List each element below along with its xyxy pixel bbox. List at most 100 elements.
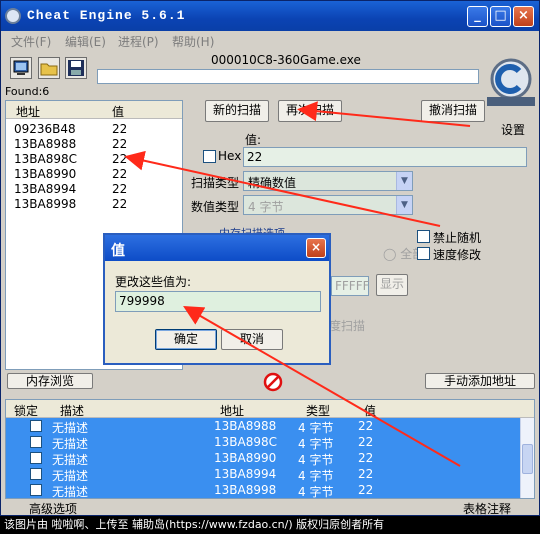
image-caption: 该图片由 啦啦啊、上传至 辅助岛(https://www.fzdao.cn/) … — [0, 516, 540, 534]
table-row[interactable]: 无描述 13BA898C 4 字节 22 — [6, 434, 520, 451]
window-title: Cheat Engine 5.6.1 — [27, 8, 186, 23]
change-value-dialog: 值 × 更改这些值为: 799998 确定 取消 — [103, 233, 331, 365]
scan-type-label: 扫描类型 — [191, 176, 240, 190]
range-end-field[interactable]: FFFFF — [331, 276, 370, 296]
row-value: 22 — [112, 122, 128, 136]
menu-edit[interactable]: 编辑(E) — [65, 33, 106, 50]
row-type: 4 字节 — [298, 485, 334, 499]
chevron-down-icon: ▼ — [396, 196, 412, 214]
hex-checkbox[interactable] — [203, 150, 216, 163]
list-item[interactable]: 13BA8990 22 — [6, 167, 182, 182]
scroll-thumb[interactable] — [522, 444, 533, 474]
disable-random-label: 禁止随机 — [433, 231, 482, 245]
clear-list-icon[interactable] — [263, 372, 283, 392]
open-folder-icon[interactable] — [38, 57, 60, 79]
table-notes[interactable]: 表格注释 — [463, 500, 511, 517]
row-value: 22 — [112, 167, 128, 181]
lock-checkbox[interactable] — [30, 484, 42, 496]
process-name: 000010C8-360Game.exe — [211, 53, 361, 67]
menu-help[interactable]: 帮助(H) — [172, 33, 214, 50]
dialog-close-button[interactable]: × — [306, 238, 326, 258]
header-address[interactable]: 地址 — [16, 103, 40, 120]
cheat-table: 锁定 描述 地址 类型 值 无描述 13BA8988 4 字节 22 无描述 13BA8… — [5, 399, 535, 499]
header-lock[interactable]: 锁定 — [14, 402, 38, 419]
dialog-title-bar: 值 × — [105, 235, 329, 261]
memory-view-button[interactable]: 内存浏览 — [7, 373, 93, 389]
header-description[interactable]: 描述 — [60, 402, 84, 419]
value-type-value: 4 字节 — [248, 200, 284, 214]
header-value[interactable]: 值 — [112, 103, 124, 120]
minimize-button[interactable]: _ — [467, 6, 488, 27]
row-description: 无描述 — [52, 485, 89, 499]
logo-icon — [487, 58, 535, 106]
settings-label[interactable]: 设置 — [501, 121, 525, 138]
list-item[interactable]: 13BA8988 22 — [6, 137, 182, 152]
cheat-table-header: 锁定 描述 地址 类型 值 — [6, 400, 534, 418]
hex-label: Hex — [218, 149, 242, 163]
value-label: 值: — [245, 133, 262, 147]
table-row[interactable]: 无描述 13BA8998 4 字节 22 — [6, 482, 520, 499]
row-value: 22 — [358, 483, 374, 497]
ok-button[interactable]: 确定 — [155, 329, 217, 350]
scan-progress-bar — [97, 69, 479, 84]
menu-file[interactable]: 文件(F) — [11, 33, 51, 50]
table-row[interactable]: 无描述 13BA8988 4 字节 22 — [6, 418, 520, 435]
row-address: 09236B48 — [14, 122, 76, 136]
menu-process[interactable]: 进程(P) — [118, 33, 159, 50]
scan-value-input[interactable]: 22 — [243, 147, 527, 167]
row-address: 13BA8990 — [14, 167, 77, 181]
row-value: 22 — [112, 152, 128, 166]
next-scan-button[interactable]: 再次扫描 — [278, 100, 342, 122]
row-value: 22 — [358, 435, 374, 449]
row-value: 22 — [112, 137, 128, 151]
disable-random-checkbox[interactable] — [417, 230, 430, 243]
row-value: 22 — [112, 197, 128, 211]
table-row[interactable]: 无描述 13BA8994 4 字节 22 — [6, 466, 520, 483]
row-address: 13BA8988 — [214, 419, 277, 433]
dialog-prompt: 更改这些值为: — [115, 275, 192, 289]
lock-checkbox[interactable] — [30, 420, 42, 432]
address-list-header: 地址 值 — [6, 101, 182, 119]
row-address: 13BA8994 — [214, 467, 277, 481]
new-scan-button[interactable]: 新的扫描 — [205, 100, 269, 122]
row-address: 13BA898C — [214, 435, 277, 449]
scan-type-select[interactable]: 精确数值 ▼ — [243, 171, 413, 191]
speed-modify-checkbox[interactable] — [417, 247, 430, 260]
close-button[interactable]: × — [513, 6, 534, 27]
status-bar: 高级选项 表格注释 — [1, 499, 539, 517]
header-address[interactable]: 地址 — [220, 402, 244, 419]
row-address: 13BA8998 — [14, 197, 77, 211]
row-value: 22 — [358, 419, 374, 433]
header-value[interactable]: 值 — [364, 402, 376, 419]
table-row[interactable]: 无描述 13BA8990 4 字节 22 — [6, 450, 520, 467]
row-address: 13BA8998 — [214, 483, 277, 497]
list-item[interactable]: 13BA8994 22 — [6, 182, 182, 197]
scan-type-value: 精确数值 — [248, 176, 297, 190]
dialog-title: 值 — [111, 243, 125, 259]
table-scrollbar[interactable] — [520, 418, 534, 498]
add-address-manually-button[interactable]: 手动添加地址 — [425, 373, 535, 389]
cancel-button[interactable]: 取消 — [221, 329, 283, 350]
list-item[interactable]: 13BA8998 22 — [6, 197, 182, 212]
header-type[interactable]: 类型 — [306, 402, 330, 419]
main-window: Cheat Engine 5.6.1 _ □ × 文件(F) 编辑(E) 进程(… — [0, 0, 540, 516]
new-value-input[interactable]: 799998 — [115, 291, 321, 312]
lock-checkbox[interactable] — [30, 468, 42, 480]
cheat-engine-logo[interactable] — [485, 57, 537, 107]
select-process-icon[interactable] — [10, 57, 32, 79]
undo-scan-button[interactable]: 撤消扫描 — [421, 100, 485, 122]
list-item[interactable]: 13BA898C 22 — [6, 152, 182, 167]
title-bar: Cheat Engine 5.6.1 _ □ × — [1, 1, 539, 31]
lock-checkbox[interactable] — [30, 452, 42, 464]
show-button[interactable]: 显示 — [376, 274, 408, 296]
lock-checkbox[interactable] — [30, 436, 42, 448]
maximize-button[interactable]: □ — [490, 6, 511, 27]
save-icon[interactable] — [65, 57, 87, 79]
value-type-select[interactable]: 4 字节 ▼ — [243, 195, 413, 215]
row-value: 22 — [358, 467, 374, 481]
list-item[interactable]: 09236B48 22 — [6, 122, 182, 137]
advanced-options[interactable]: 高级选项 — [29, 500, 77, 517]
menu-bar: 文件(F) 编辑(E) 进程(P) 帮助(H) — [1, 31, 539, 51]
app-icon — [5, 8, 21, 24]
speed-modify-label: 速度修改 — [433, 248, 482, 262]
